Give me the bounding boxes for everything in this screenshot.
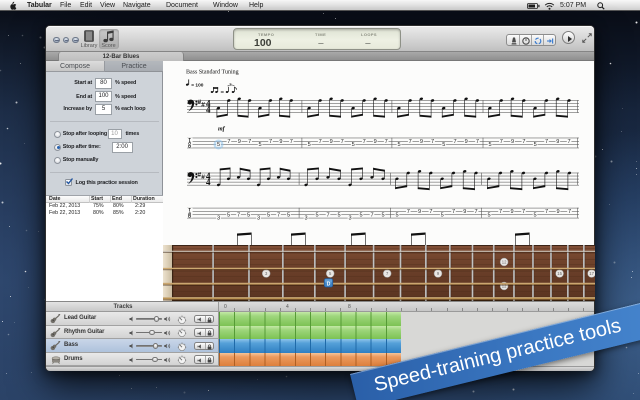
svg-text:5: 5 (533, 212, 536, 218)
svg-text:7: 7 (499, 209, 502, 215)
svg-text:12: 12 (502, 260, 507, 265)
svg-text:15: 15 (557, 271, 562, 276)
svg-text:B: B (188, 214, 191, 219)
svg-text:7: 7 (370, 212, 373, 218)
svg-text:9: 9 (556, 209, 559, 215)
svg-text:7: 7 (237, 212, 240, 218)
svg-text:9: 9 (374, 139, 377, 145)
svg-text:4: 4 (206, 105, 211, 115)
svg-text:7: 7 (545, 209, 548, 215)
svg-text:5: 5 (487, 212, 490, 218)
svg-text:7: 7 (407, 209, 410, 215)
svg-text:3: 3 (257, 216, 260, 222)
svg-text:7: 7 (568, 139, 571, 145)
svg-text:5: 5 (259, 142, 262, 148)
svg-text:#: # (201, 102, 205, 109)
svg-text:7: 7 (475, 209, 478, 215)
svg-text:7: 7 (248, 139, 251, 145)
svg-text:7: 7 (522, 209, 525, 215)
svg-text:9: 9 (556, 139, 559, 145)
svg-text:7: 7 (453, 139, 456, 145)
svg-text:5: 5 (315, 212, 318, 218)
svg-text:7: 7 (385, 139, 388, 145)
svg-text:5: 5 (359, 212, 362, 218)
svg-text:7: 7 (341, 139, 344, 145)
svg-text:3: 3 (217, 216, 220, 222)
svg-text:5: 5 (217, 142, 220, 148)
svg-text:5: 5 (395, 212, 398, 218)
svg-text:5: 5 (488, 142, 491, 148)
svg-text:#: # (201, 174, 205, 181)
svg-text:7: 7 (227, 139, 230, 145)
svg-text:5: 5 (287, 212, 290, 218)
svg-text:5: 5 (308, 142, 311, 148)
svg-text:= 100: = 100 (191, 82, 203, 88)
svg-text:7: 7 (326, 212, 329, 218)
svg-text:3: 3 (304, 216, 307, 222)
svg-text:7: 7 (363, 139, 366, 145)
svg-text:7: 7 (476, 139, 479, 145)
svg-text:7: 7 (429, 209, 432, 215)
svg-text:7: 7 (290, 139, 293, 145)
svg-text:5: 5 (381, 212, 384, 218)
svg-text:Bass Standard Tuning: Bass Standard Tuning (186, 70, 239, 76)
svg-text:9: 9 (510, 209, 513, 215)
svg-text:17: 17 (589, 271, 594, 276)
svg-text:9: 9 (330, 139, 333, 145)
svg-text:4: 4 (206, 177, 211, 187)
svg-text:7: 7 (277, 212, 280, 218)
svg-text:5: 5 (534, 142, 537, 148)
svg-text:7: 7 (500, 139, 503, 145)
svg-text:7: 7 (522, 139, 525, 145)
svg-text:9: 9 (463, 209, 466, 215)
svg-text:7: 7 (319, 139, 322, 145)
svg-text:5: 5 (267, 212, 270, 218)
svg-text:9: 9 (238, 139, 241, 145)
svg-text:mf: mf (218, 127, 226, 133)
svg-text:7: 7 (568, 209, 571, 215)
svg-text:7: 7 (545, 139, 548, 145)
svg-text:5: 5 (442, 142, 445, 148)
svg-text:7: 7 (452, 209, 455, 215)
svg-text:9: 9 (465, 139, 468, 145)
svg-text:5: 5 (397, 142, 400, 148)
svg-text:5: 5 (352, 142, 355, 148)
svg-text:5: 5 (247, 212, 250, 218)
svg-text:9: 9 (279, 139, 282, 145)
svg-text:7: 7 (409, 139, 412, 145)
svg-text:9: 9 (420, 139, 423, 145)
svg-text:7: 7 (269, 139, 272, 145)
svg-text:=: = (221, 90, 225, 96)
svg-text:5: 5 (337, 212, 340, 218)
svg-text:3: 3 (229, 82, 232, 87)
svg-text:7: 7 (431, 139, 434, 145)
svg-text:9: 9 (511, 139, 514, 145)
svg-text:5: 5 (441, 212, 444, 218)
svg-text:B: B (188, 144, 191, 149)
svg-text:3: 3 (348, 216, 351, 222)
svg-text:9: 9 (418, 209, 421, 215)
svg-text:D: D (327, 282, 331, 288)
svg-text:5: 5 (227, 212, 230, 218)
